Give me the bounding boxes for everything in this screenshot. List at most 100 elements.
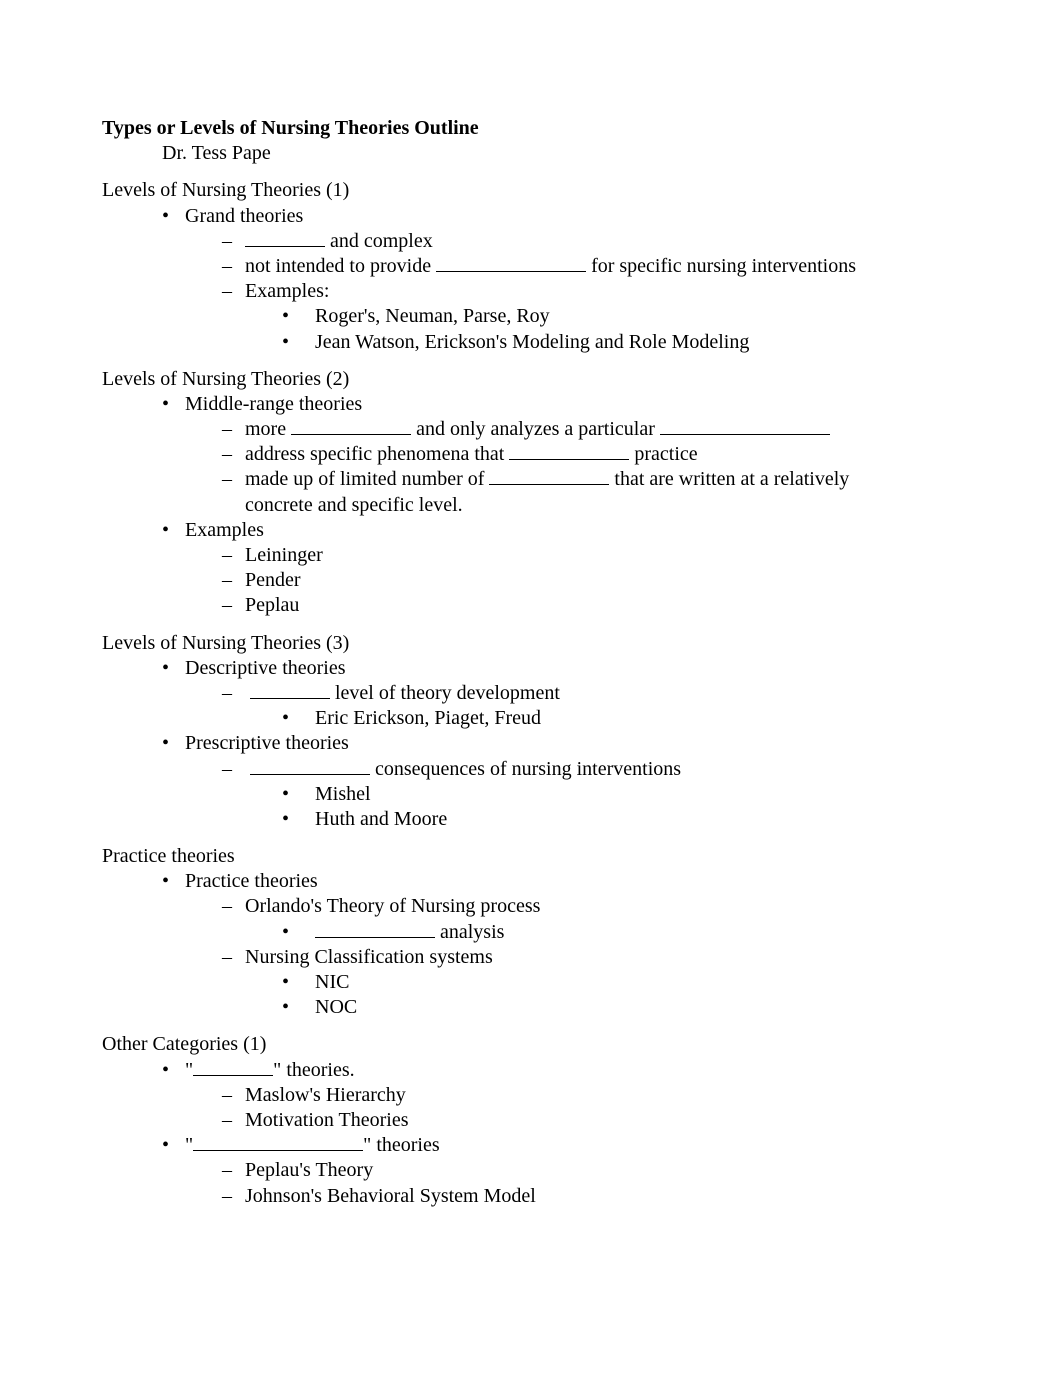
section-heading: Practice theories [102,844,960,869]
list-text: Eric Erickson, Piaget, Freud [315,707,541,729]
list-text: Peplau [245,594,299,616]
list-text: and complex [325,230,433,252]
list-item: Leininger [102,543,960,568]
dash-icon [222,1108,240,1133]
bullet-icon [162,1058,180,1083]
list-text: " theories [363,1134,439,1156]
list-item: concrete and specific level. [102,493,960,518]
list-item: analysis [102,920,960,945]
blank-field[interactable] [245,229,325,247]
bullet-icon [282,782,300,807]
list-item: NIC [102,970,960,995]
list-text: " [185,1134,193,1156]
section-heading: Other Categories (1) [102,1032,960,1057]
list-text: for specific nursing interventions [586,255,856,277]
list-text: Peplau's Theory [245,1159,373,1181]
list-text: Examples [185,519,264,541]
list-item: Examples: [102,279,960,304]
blank-field[interactable] [489,467,609,485]
list-item: Eric Erickson, Piaget, Freud [102,706,960,731]
list-item: Examples [102,518,960,543]
blank-field[interactable] [291,417,411,435]
bullet-icon [162,1133,180,1158]
list-text: Nursing Classification systems [245,946,493,968]
bullet-icon [282,970,300,995]
bullet-icon [282,330,300,355]
blank-field[interactable] [315,920,435,938]
list-item: level of theory development [102,681,960,706]
bullet-icon [282,995,300,1020]
list-text: and only analyzes a particular [411,418,660,440]
list-text: Pender [245,569,301,591]
list-text: NOC [315,996,357,1018]
list-text: consequences of nursing interventions [370,758,681,780]
list-text: not intended to provide [245,255,436,277]
list-text: concrete and specific level. [245,494,463,516]
list-item: " " theories [102,1133,960,1158]
list-item: Middle-range theories [102,392,960,417]
list-item: Motivation Theories [102,1108,960,1133]
list-item: Johnson's Behavioral System Model [102,1184,960,1209]
dash-icon [222,254,240,279]
bullet-icon [162,204,180,229]
dash-icon [222,1158,240,1183]
dash-icon [222,442,240,467]
list-item: Prescriptive theories [102,731,960,756]
blank-field[interactable] [250,681,330,699]
blank-field[interactable] [193,1133,363,1151]
dash-icon [222,681,240,706]
list-text: Descriptive theories [185,657,346,679]
document-title: Types or Levels of Nursing Theories Outl… [102,116,960,141]
list-item: " " theories. [102,1058,960,1083]
list-text: " theories. [273,1059,354,1081]
list-text: more [245,418,291,440]
list-text: Orlando's Theory of Nursing process [245,895,540,917]
dash-icon [222,1184,240,1209]
list-text: Huth and Moore [315,808,447,830]
list-item: Descriptive theories [102,656,960,681]
list-item: Peplau's Theory [102,1158,960,1183]
blank-field[interactable] [436,254,586,272]
list-item: Jean Watson, Erickson's Modeling and Rol… [102,330,960,355]
dash-icon [222,229,240,254]
list-text: NIC [315,971,349,993]
list-text: " [185,1059,193,1081]
list-item: made up of limited number of that are wr… [102,467,960,492]
list-item: Orlando's Theory of Nursing process [102,894,960,919]
bullet-icon [162,392,180,417]
blank-field[interactable] [193,1058,273,1076]
list-item: Huth and Moore [102,807,960,832]
blank-field[interactable] [509,442,629,460]
list-item: Roger's, Neuman, Parse, Roy [102,304,960,329]
blank-field[interactable] [660,417,830,435]
section-heading: Levels of Nursing Theories (3) [102,631,960,656]
list-text: Johnson's Behavioral System Model [245,1185,536,1207]
list-text: Mishel [315,783,371,805]
list-text: Roger's, Neuman, Parse, Roy [315,305,550,327]
list-text: Middle-range theories [185,393,362,415]
dash-icon [222,568,240,593]
list-item: Grand theories [102,204,960,229]
list-item: Practice theories [102,869,960,894]
list-item: more and only analyzes a particular [102,417,960,442]
dash-icon [222,467,240,492]
blank-field[interactable] [250,757,370,775]
list-item: and complex [102,229,960,254]
list-text: Prescriptive theories [185,732,349,754]
list-text: that are written at a relatively [609,468,849,490]
bullet-icon [162,731,180,756]
list-text: Practice theories [185,870,318,892]
dash-icon [222,279,240,304]
document-page: Types or Levels of Nursing Theories Outl… [0,0,1062,1377]
list-text: made up of limited number of [245,468,489,490]
list-text: level of theory development [330,682,560,704]
author-line: Dr. Tess Pape [102,141,960,166]
dash-icon [222,757,240,782]
list-text: Maslow's Hierarchy [245,1084,406,1106]
dash-icon [222,417,240,442]
bullet-icon [162,656,180,681]
list-item: Mishel [102,782,960,807]
list-text: practice [629,443,697,465]
list-item: Pender [102,568,960,593]
dash-icon [222,543,240,568]
